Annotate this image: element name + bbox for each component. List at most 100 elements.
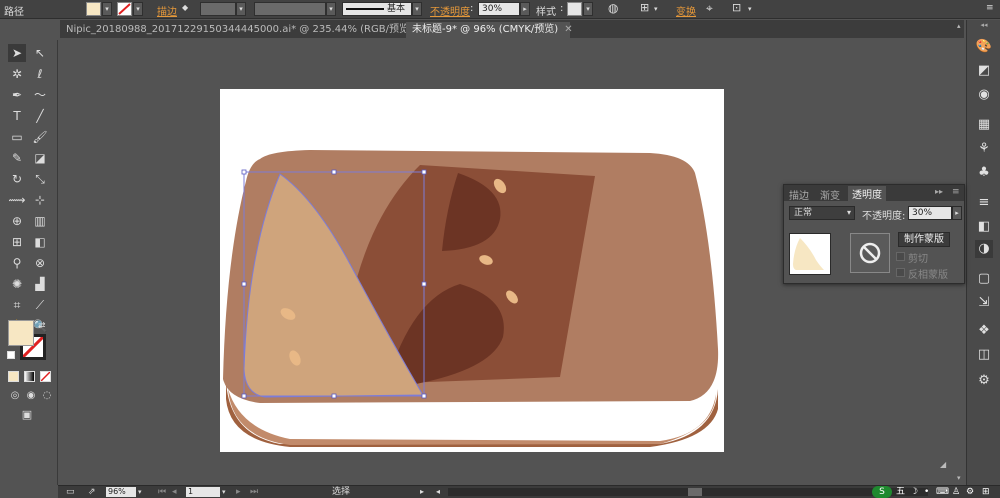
width-tool-icon[interactable]: ⟿: [8, 191, 26, 209]
artboard-navigation-icon[interactable]: ▭: [66, 486, 75, 498]
transform-link[interactable]: 变换: [676, 3, 696, 18]
arrange-dropdown-icon[interactable]: ▾: [748, 5, 752, 13]
panel-menu-icon[interactable]: ≡: [986, 3, 994, 13]
fill-color-box[interactable]: [8, 320, 34, 346]
gradient-tool-icon[interactable]: ◧: [31, 233, 49, 251]
blend-mode-select[interactable]: 正常 ▾: [789, 206, 855, 220]
style-dropdown-arrow[interactable]: ▾: [583, 2, 593, 16]
stroke-weight-field[interactable]: [200, 2, 236, 16]
mask-thumbnail[interactable]: [850, 233, 890, 273]
direct-selection-tool-icon[interactable]: ↖: [31, 44, 49, 62]
ime-settings-icon[interactable]: ⚙: [966, 486, 974, 498]
scroll-up-icon[interactable]: ▴: [957, 22, 966, 30]
gradient-mode-icon[interactable]: [24, 371, 35, 382]
pen-tool-icon[interactable]: ✒: [8, 86, 26, 104]
links-panel-icon[interactable]: ⚙: [975, 372, 993, 390]
appearance-panel-icon[interactable]: ◉: [975, 86, 993, 104]
align-icon[interactable]: ⊞: [640, 1, 649, 14]
stroke-link[interactable]: 描边: [157, 3, 177, 18]
tab-nipic-document[interactable]: Nipic_20180988_20171229150344445000.ai* …: [60, 22, 427, 38]
align-dropdown-icon[interactable]: ▾: [654, 5, 658, 13]
stroke-swatch[interactable]: [117, 2, 132, 16]
swatches-panel-icon[interactable]: ▦: [975, 116, 993, 134]
type-tool-icon[interactable]: T: [8, 107, 26, 125]
first-artboard-icon[interactable]: ⏮: [158, 486, 166, 498]
resize-grip-icon[interactable]: ◢: [940, 460, 950, 470]
mesh-tool-icon[interactable]: ⊞: [8, 233, 26, 251]
scale-tool-icon[interactable]: ⤡: [31, 170, 49, 188]
ime-wubi-icon[interactable]: 五: [896, 486, 905, 498]
line-tool-icon[interactable]: ╱: [31, 107, 49, 125]
ime-grid-icon[interactable]: ⊞: [982, 486, 990, 498]
opacity-link[interactable]: 不透明度: [430, 3, 470, 18]
tab-gradient[interactable]: 渐变: [820, 187, 840, 202]
scroll-left-icon[interactable]: ◂: [436, 486, 440, 498]
variable-width-profile[interactable]: [254, 2, 326, 16]
opacity-field[interactable]: 30%: [478, 2, 520, 16]
paintbrush-tool-icon[interactable]: 🖌: [31, 128, 49, 146]
tab-transparency[interactable]: 透明度: [848, 186, 886, 201]
slice-tool-icon[interactable]: ⟋: [31, 296, 49, 314]
artboard[interactable]: [220, 89, 724, 452]
draw-inside-icon[interactable]: ◌: [38, 387, 56, 405]
close-icon[interactable]: ✕: [564, 24, 572, 35]
scroll-down-icon[interactable]: ▾: [957, 474, 966, 482]
stroke-panel-icon[interactable]: ≡: [975, 194, 993, 212]
lasso-tool-icon[interactable]: ℓ: [31, 65, 49, 83]
previous-artboard-icon[interactable]: ◂: [172, 486, 177, 498]
next-artboard-icon[interactable]: ▸: [236, 486, 241, 498]
default-colors-icon[interactable]: [7, 351, 15, 359]
panel-collapse-icon[interactable]: ▸▸: [935, 187, 943, 196]
ime-keyboard-icon[interactable]: ⌨: [936, 486, 949, 498]
layers-panel-icon[interactable]: ❖: [975, 322, 993, 340]
perspective-grid-tool-icon[interactable]: ▥: [31, 212, 49, 230]
graphic-styles-icon[interactable]: ▢: [975, 270, 993, 288]
stroke-dropdown-arrow[interactable]: ▾: [133, 2, 143, 16]
object-thumbnail[interactable]: [789, 233, 831, 275]
isolate-icon[interactable]: ⌖: [706, 1, 713, 16]
export-status-icon[interactable]: ⇗: [88, 486, 96, 498]
artboard-number-field[interactable]: 1: [186, 487, 220, 497]
invert-mask-checkbox[interactable]: [896, 268, 905, 277]
ime-moon-icon[interactable]: ☽: [910, 486, 918, 498]
swap-fill-stroke-icon[interactable]: ⇄: [38, 321, 46, 331]
export-icon[interactable]: ⇲: [975, 294, 993, 312]
opacity-field[interactable]: 30%: [908, 206, 952, 220]
zoom-field[interactable]: 96%: [106, 487, 136, 497]
opacity-arrow[interactable]: ▸: [520, 2, 530, 16]
ime-s-icon[interactable]: S: [872, 486, 892, 498]
fill-swatch[interactable]: [86, 2, 101, 16]
make-mask-button[interactable]: 制作蒙版: [898, 232, 950, 247]
magic-wand-tool-icon[interactable]: ✲: [8, 65, 26, 83]
brushes-panel-icon[interactable]: ⚘: [975, 140, 993, 158]
panel-menu-icon[interactable]: ≡: [952, 187, 960, 197]
tab-stroke[interactable]: 描边: [789, 187, 809, 202]
blend-tool-icon[interactable]: ⊗: [31, 254, 49, 272]
free-transform-tool-icon[interactable]: ⊹: [31, 191, 49, 209]
width-profile-arrow[interactable]: ▾: [326, 2, 336, 16]
stroke-weight-stepper-icon[interactable]: ◆: [182, 3, 188, 12]
brush-dropdown-arrow[interactable]: ▾: [412, 2, 422, 16]
ime-dot-icon[interactable]: •: [924, 486, 929, 498]
artboard-tool-icon[interactable]: ⌗: [8, 296, 26, 314]
status-menu-arrow[interactable]: ▸: [420, 486, 424, 498]
eyedropper-tool-icon[interactable]: ⚲: [8, 254, 26, 272]
none-mode-icon[interactable]: [40, 371, 51, 382]
clip-checkbox[interactable]: [896, 252, 905, 261]
symbol-sprayer-tool-icon[interactable]: ✺: [8, 275, 26, 293]
rectangle-tool-icon[interactable]: ▭: [8, 128, 26, 146]
artwork-canvas[interactable]: [220, 89, 724, 452]
selection-tool-icon[interactable]: ➤: [8, 44, 26, 62]
shape-builder-tool-icon[interactable]: ⊕: [8, 212, 26, 230]
artboard-dropdown-icon[interactable]: ▾: [222, 486, 226, 498]
pencil-tool-icon[interactable]: ✎: [8, 149, 26, 167]
artboards-panel-icon[interactable]: ◫: [975, 346, 993, 364]
tab-untitled-9[interactable]: 未标题-9* @ 96% (CMYK/预览) ✕: [406, 22, 573, 38]
color-guide-icon[interactable]: ◩: [975, 62, 993, 80]
recolor-artwork-icon[interactable]: ◍: [608, 1, 618, 15]
zoom-dropdown-icon[interactable]: ▾: [138, 486, 142, 498]
fill-dropdown-arrow[interactable]: ▾: [102, 2, 112, 16]
transparency-panel-icon[interactable]: ◑: [975, 240, 993, 258]
rotate-tool-icon[interactable]: ↻: [8, 170, 26, 188]
brush-definition-dropdown[interactable]: 基本: [342, 2, 412, 16]
